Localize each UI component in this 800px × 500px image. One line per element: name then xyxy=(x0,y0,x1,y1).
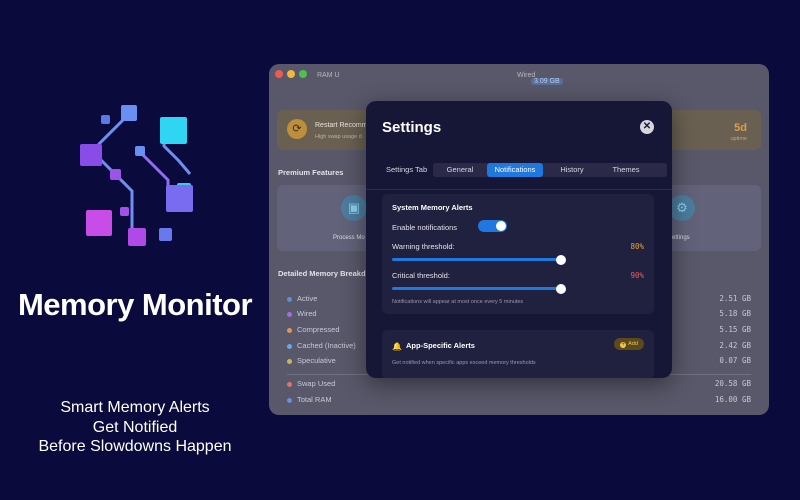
memory-value: 2.42 GB xyxy=(719,341,751,350)
app-alerts-description: Get notified when specific apps exceed m… xyxy=(392,360,536,366)
warning-threshold-slider[interactable] xyxy=(392,254,566,265)
slider-handle[interactable] xyxy=(556,283,566,294)
tagline-line: Get Notified xyxy=(92,418,178,436)
enable-notifications-toggle[interactable] xyxy=(478,220,507,232)
memory-label: Active xyxy=(297,294,318,303)
tab-general[interactable]: General xyxy=(437,163,483,177)
memory-total-row: Swap Used 20.58 GB xyxy=(287,378,751,392)
memory-dot xyxy=(287,328,292,333)
tabs-label: Settings Tab xyxy=(386,165,428,174)
dialog-title: Settings xyxy=(382,119,442,136)
chip-icon: ▣ xyxy=(341,195,367,221)
enable-notifications-label: Enable notifications xyxy=(392,223,458,232)
uptime-value: 5d xyxy=(734,122,747,134)
slider-handle[interactable] xyxy=(556,254,566,265)
memory-value: 5.18 GB xyxy=(719,309,751,318)
add-app-alert-button[interactable]: + Add xyxy=(614,338,644,350)
memory-value: 16.00 GB xyxy=(714,395,751,404)
tagline-line: Smart Memory Alerts xyxy=(60,399,210,416)
close-icon[interactable]: ✕ xyxy=(640,120,654,134)
gear-icon: ⚙ xyxy=(669,195,695,221)
settings-dialog: Settings ✕ Settings Tab General Notifica… xyxy=(366,101,672,378)
memory-label: Wired xyxy=(297,309,317,318)
memory-value: 5.15 GB xyxy=(719,325,751,334)
tagline-line: Before Slowdowns Happen xyxy=(38,438,232,455)
memory-dot xyxy=(287,312,292,317)
add-button-label: Add xyxy=(628,341,638,347)
circuit-logo-icon xyxy=(78,100,198,250)
premium-features-title: Premium Features xyxy=(278,168,344,177)
wired-badge: 3.09 GB xyxy=(531,78,563,85)
window-controls xyxy=(275,70,307,78)
zoom-window-button[interactable] xyxy=(299,70,307,78)
tab-themes[interactable]: Themes xyxy=(601,163,651,177)
tab-notifications[interactable]: Notifications xyxy=(487,163,543,177)
app-title: Memory Monitor xyxy=(17,287,253,322)
memory-label: Swap Used xyxy=(297,379,336,388)
close-window-button[interactable] xyxy=(275,70,283,78)
critical-threshold-label: Critical threshold: xyxy=(392,271,450,280)
memory-value: 0.07 GB xyxy=(719,356,751,365)
critical-threshold-slider[interactable] xyxy=(392,283,566,294)
critical-threshold-value: 90% xyxy=(630,271,644,280)
restart-subtitle: High swap usage d xyxy=(315,134,362,140)
memory-dot xyxy=(287,297,292,302)
warning-threshold-label: Warning threshold: xyxy=(392,242,455,251)
segmented-control: General Notifications History Themes xyxy=(433,163,667,177)
memory-total-row: Total RAM 16.00 GB xyxy=(287,394,751,408)
feature-label: Process Mo xyxy=(333,235,365,241)
system-memory-alerts-panel: System Memory Alerts Enable notification… xyxy=(382,194,654,314)
memory-label: Compressed xyxy=(297,325,340,334)
warning-threshold-value: 80% xyxy=(630,242,644,251)
app-specific-alerts-panel: 🔔 App-Specific Alerts + Add Get notified … xyxy=(382,330,654,378)
memory-dot xyxy=(287,359,292,364)
memory-breakdown-title: Detailed Memory Breakd xyxy=(278,269,366,278)
panel-title: App-Specific Alerts xyxy=(406,341,475,350)
memory-value: 2.51 GB xyxy=(719,294,751,303)
tagline: Smart Memory Alerts Get Notified Before … xyxy=(0,398,270,457)
restart-title: Restart Recomm xyxy=(315,122,368,129)
uptime-label: uptime xyxy=(730,136,747,142)
panel-title: System Memory Alerts xyxy=(392,203,473,212)
minimize-window-button[interactable] xyxy=(287,70,295,78)
memory-dot xyxy=(287,344,292,349)
memory-label: Speculative xyxy=(297,356,336,365)
restart-icon: ⟳ xyxy=(287,119,307,139)
memory-dot xyxy=(287,382,292,387)
notification-frequency-note: Notifications will appear at most once e… xyxy=(392,299,524,305)
memory-value: 20.58 GB xyxy=(714,379,751,388)
settings-tabs: Settings Tab General Notifications Histo… xyxy=(382,163,667,177)
memory-dot xyxy=(287,398,292,403)
bell-icon: 🔔 xyxy=(392,342,402,351)
divider xyxy=(366,189,672,190)
plus-icon: + xyxy=(620,342,627,348)
tab-history[interactable]: History xyxy=(547,163,597,177)
memory-label: Total RAM xyxy=(297,395,332,404)
memory-label: Cached (Inactive) xyxy=(297,341,356,350)
ram-usage-label: RAM U xyxy=(317,72,340,79)
